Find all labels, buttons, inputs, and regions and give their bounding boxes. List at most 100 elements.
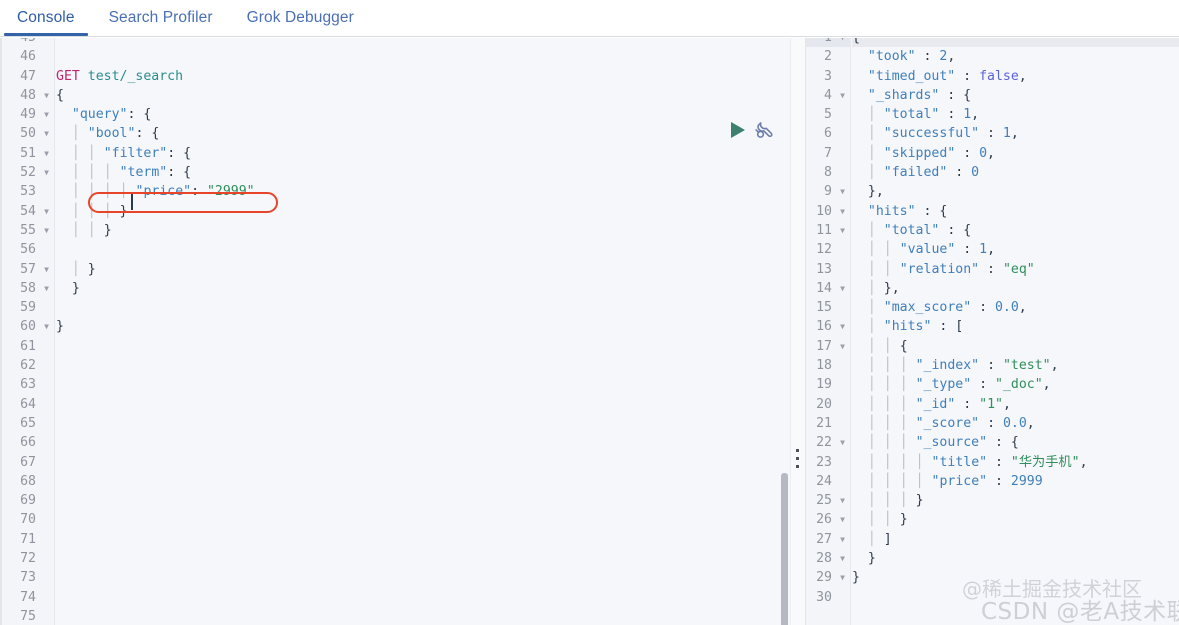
- code-line[interactable]: [56, 240, 790, 259]
- wrench-icon[interactable]: [753, 120, 775, 142]
- code-line[interactable]: }: [56, 279, 790, 298]
- code-line[interactable]: │ │ │ }: [56, 202, 790, 221]
- code-line[interactable]: │ │ }: [852, 510, 1179, 529]
- fold-arrow-icon[interactable]: ▼: [840, 182, 845, 201]
- code-line[interactable]: "_shards" : {: [852, 86, 1179, 105]
- code-line[interactable]: [56, 298, 790, 317]
- code-line[interactable]: [56, 433, 790, 452]
- code-line[interactable]: │ │ │ │ "price": "2999": [56, 182, 790, 201]
- code-line[interactable]: "timed_out" : false,: [852, 67, 1179, 86]
- code-line[interactable]: │ │ │ "term": {: [56, 163, 790, 182]
- code-line[interactable]: [56, 38, 790, 47]
- fold-arrow-icon[interactable]: ▼: [840, 433, 845, 452]
- fold-arrow-icon[interactable]: ▼: [44, 221, 49, 240]
- response-code-area[interactable]: { "took" : 2, "timed_out" : false, "_sha…: [852, 38, 1179, 625]
- fold-arrow-icon[interactable]: ▼: [840, 568, 845, 587]
- response-gutter[interactable]: 1▼234▼56789▼10▼11▼121314▼1516▼17▼1819202…: [806, 38, 851, 625]
- code-line[interactable]: │ │ │ "_source" : {: [852, 433, 1179, 452]
- fold-arrow-icon[interactable]: ▼: [44, 260, 49, 279]
- code-line[interactable]: │ "bool": {: [56, 124, 790, 143]
- fold-arrow-icon[interactable]: ▼: [44, 144, 49, 163]
- code-line[interactable]: │ │ "value" : 1,: [852, 240, 1179, 259]
- code-line[interactable]: }: [56, 317, 790, 336]
- code-line[interactable]: }: [852, 549, 1179, 568]
- code-line[interactable]: "query": {: [56, 105, 790, 124]
- fold-arrow-icon[interactable]: ▼: [840, 491, 845, 510]
- fold-arrow-icon[interactable]: ▼: [840, 221, 845, 240]
- code-line[interactable]: │ │ │ "_score" : 0.0,: [852, 414, 1179, 433]
- fold-arrow-icon[interactable]: ▼: [44, 105, 49, 124]
- code-line[interactable]: │ "total" : {: [852, 221, 1179, 240]
- code-line[interactable]: [56, 588, 790, 607]
- play-triangle-icon[interactable]: [731, 122, 745, 138]
- code-line[interactable]: │ │ "filter": {: [56, 144, 790, 163]
- request-code-area[interactable]: GET test/_search{ "query": { │ "bool": {…: [56, 38, 790, 625]
- code-token: 0.0: [994, 300, 1019, 316]
- code-line[interactable]: {: [56, 86, 790, 105]
- splitter-grip-icon[interactable]: [795, 449, 800, 473]
- code-line[interactable]: │ │ │ }: [852, 491, 1179, 510]
- code-line[interactable]: │ │ │ │ "title" : "华为手机",: [852, 453, 1179, 472]
- code-line[interactable]: │ }: [56, 260, 790, 279]
- fold-arrow-icon[interactable]: ▼: [840, 38, 845, 47]
- code-line[interactable]: [56, 414, 790, 433]
- code-line[interactable]: [56, 375, 790, 394]
- code-line[interactable]: [56, 607, 790, 625]
- tab-console[interactable]: Console: [0, 0, 92, 36]
- code-line[interactable]: │ "skipped" : 0,: [852, 144, 1179, 163]
- fold-arrow-icon[interactable]: ▼: [840, 279, 845, 298]
- code-line[interactable]: [56, 530, 790, 549]
- fold-arrow-icon[interactable]: ▼: [840, 337, 845, 356]
- code-line[interactable]: │ "hits" : [: [852, 317, 1179, 336]
- fold-arrow-icon[interactable]: ▼: [840, 202, 845, 221]
- code-line[interactable]: "took" : 2,: [852, 47, 1179, 66]
- code-line[interactable]: [56, 356, 790, 375]
- fold-arrow-icon[interactable]: ▼: [44, 163, 49, 182]
- code-line[interactable]: │ "failed" : 0: [852, 163, 1179, 182]
- fold-arrow-icon[interactable]: ▼: [44, 202, 49, 221]
- tab-grok-debugger[interactable]: Grok Debugger: [230, 0, 371, 36]
- code-line[interactable]: [56, 491, 790, 510]
- code-line[interactable]: │ │ "relation" : "eq": [852, 260, 1179, 279]
- code-line[interactable]: [852, 588, 1179, 607]
- request-vertical-scrollbar[interactable]: [781, 473, 788, 625]
- code-line[interactable]: GET test/_search: [56, 67, 790, 86]
- fold-arrow-icon[interactable]: ▼: [44, 279, 49, 298]
- code-line[interactable]: [56, 472, 790, 491]
- code-line[interactable]: [56, 337, 790, 356]
- code-line[interactable]: │ "total" : 1,: [852, 105, 1179, 124]
- code-line[interactable]: │ ]: [852, 530, 1179, 549]
- pane-splitter[interactable]: [790, 38, 806, 625]
- code-line[interactable]: [56, 549, 790, 568]
- code-line[interactable]: {: [852, 38, 1179, 48]
- fold-arrow-icon[interactable]: ▼: [44, 317, 49, 336]
- code-line[interactable]: │ "max_score" : 0.0,: [852, 298, 1179, 317]
- code-line[interactable]: │ │ │ "_type" : "_doc",: [852, 375, 1179, 394]
- code-line[interactable]: │ │ │ "_id" : "1",: [852, 395, 1179, 414]
- fold-arrow-icon[interactable]: ▼: [840, 530, 845, 549]
- response-pane[interactable]: 1▼234▼56789▼10▼11▼121314▼1516▼17▼1819202…: [806, 38, 1179, 625]
- code-line[interactable]: │ │ }: [56, 221, 790, 240]
- code-line[interactable]: │ │ {: [852, 337, 1179, 356]
- fold-arrow-icon[interactable]: ▼: [44, 124, 49, 143]
- code-line[interactable]: [56, 395, 790, 414]
- code-line[interactable]: │ │ │ "_index" : "test",: [852, 356, 1179, 375]
- fold-arrow-icon[interactable]: ▼: [840, 86, 845, 105]
- code-line[interactable]: [56, 453, 790, 472]
- fold-arrow-icon[interactable]: ▼: [44, 86, 49, 105]
- request-pane[interactable]: 45464748▼49▼50▼51▼52▼5354▼55▼5657▼58▼596…: [0, 38, 790, 625]
- tab-search-profiler[interactable]: Search Profiler: [92, 0, 230, 36]
- code-line[interactable]: }: [852, 568, 1179, 587]
- code-line[interactable]: },: [852, 182, 1179, 201]
- fold-arrow-icon[interactable]: ▼: [840, 317, 845, 336]
- code-line[interactable]: [56, 510, 790, 529]
- code-line[interactable]: [56, 568, 790, 587]
- code-line[interactable]: "hits" : {: [852, 202, 1179, 221]
- fold-arrow-icon[interactable]: ▼: [840, 549, 845, 568]
- code-line[interactable]: │ },: [852, 279, 1179, 298]
- request-gutter[interactable]: 45464748▼49▼50▼51▼52▼5354▼55▼5657▼58▼596…: [0, 38, 55, 625]
- code-line[interactable]: [56, 47, 790, 66]
- fold-arrow-icon[interactable]: ▼: [840, 510, 845, 529]
- code-line[interactable]: │ "successful" : 1,: [852, 124, 1179, 143]
- code-line[interactable]: │ │ │ │ "price" : 2999: [852, 472, 1179, 491]
